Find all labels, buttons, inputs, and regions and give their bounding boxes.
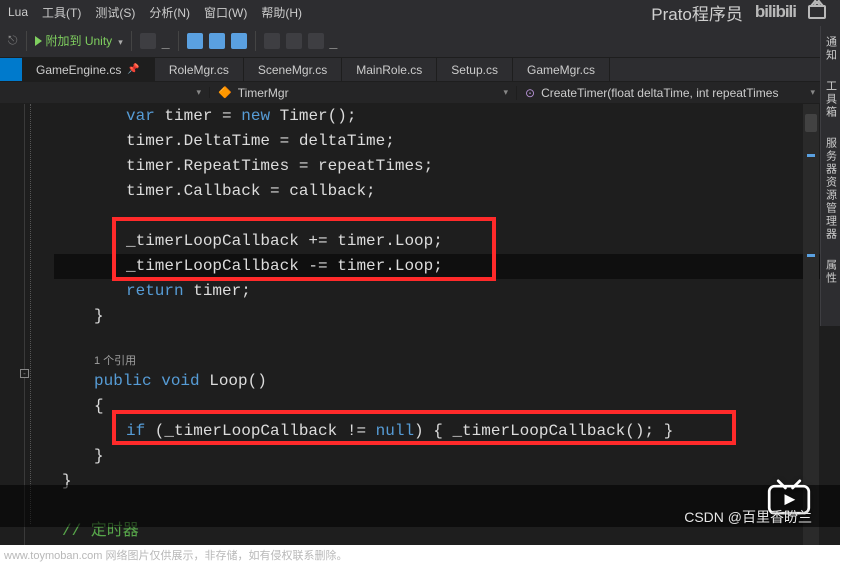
code-line: _timerLoopCallback += timer.Loop; <box>54 229 840 254</box>
codelens-refs[interactable]: 1 个引用 <box>54 349 840 367</box>
step-out-icon[interactable] <box>231 33 247 49</box>
vtab-toolbox[interactable]: 工具箱 <box>823 76 839 123</box>
code-line: timer.DeltaTime = deltaTime; <box>54 129 840 154</box>
method-icon: ⊙ <box>525 86 535 100</box>
code-line: } <box>54 304 840 329</box>
code-line: timer.RepeatTimes = repeatTimes; <box>54 154 840 179</box>
play-icon <box>35 36 42 46</box>
tab-scenemgr[interactable]: SceneMgr.cs <box>244 58 342 81</box>
toolbar-icon-5[interactable] <box>264 33 280 49</box>
editor-area: - var timer = new Timer(); timer.DeltaTi… <box>0 104 840 545</box>
toolbar: ⎋ 附加到 Unity _ _ <box>0 24 840 58</box>
toolbar-icon-6[interactable] <box>286 33 302 49</box>
chevron-down-icon: ▾ <box>810 87 815 98</box>
tab-label: GameMgr.cs <box>527 63 595 77</box>
active-tab-marker <box>0 58 22 81</box>
tab-setup[interactable]: Setup.cs <box>437 58 513 81</box>
class-icon: 🔶 <box>218 86 232 99</box>
tv-icon <box>808 5 826 19</box>
menu-bar: Lua 工具(T) 测试(S) 分析(N) 窗口(W) 帮助(H) Prato程… <box>0 0 840 24</box>
right-tool-tabs: 通知 工具箱 服务器资源管理器 属性 <box>820 26 840 326</box>
attach-label: 附加到 Unity <box>46 32 113 49</box>
step-icon[interactable] <box>187 33 203 49</box>
code-line-current: _timerLoopCallback -= timer.Loop; <box>54 254 840 279</box>
ide-window: Lua 工具(T) 测试(S) 分析(N) 窗口(W) 帮助(H) Prato程… <box>0 0 840 545</box>
tab-label: GameEngine.cs <box>36 63 121 77</box>
toolbar-icon-7[interactable] <box>308 33 324 49</box>
breadcrumb-class[interactable]: 🔶 TimerMgr ▾ <box>210 86 517 100</box>
gutter: - <box>0 104 54 545</box>
bilibili-logo: bilibili <box>755 2 796 22</box>
vtab-notifications[interactable]: 通知 <box>823 32 839 66</box>
breadcrumb-bar: ▾ 🔶 TimerMgr ▾ ⊙ CreateTimer(float delta… <box>0 82 840 104</box>
vtab-properties[interactable]: 属性 <box>823 255 839 289</box>
tab-label: MainRole.cs <box>356 63 422 77</box>
code-line: { <box>54 394 840 419</box>
chevron-down-icon: ▾ <box>196 87 201 98</box>
pin-icon[interactable]: 📌 <box>127 64 139 75</box>
menu-help[interactable]: 帮助(H) <box>261 4 302 21</box>
scrollbar-thumb[interactable] <box>805 114 817 132</box>
class-name: TimerMgr <box>238 86 289 100</box>
footer-note: www.toymoban.com 网络图片仅供展示，非存储，如有侵权联系删除。 <box>4 547 347 563</box>
tab-rolemgr[interactable]: RoleMgr.cs <box>155 58 244 81</box>
tab-label: SceneMgr.cs <box>258 63 327 77</box>
menu-tools[interactable]: 工具(T) <box>42 4 81 21</box>
toolbar-icon-1[interactable] <box>140 33 156 49</box>
code-line: var timer = new Timer(); <box>54 104 840 129</box>
code-line: if (_timerLoopCallback != null) { _timer… <box>54 419 840 444</box>
tab-label: RoleMgr.cs <box>169 63 229 77</box>
menu-window[interactable]: 窗口(W) <box>204 4 247 21</box>
step-over-icon[interactable] <box>209 33 225 49</box>
tab-label: Setup.cs <box>451 63 498 77</box>
brand-area: Prato程序员 bilibili <box>651 0 826 24</box>
code-line: return timer; <box>54 279 840 304</box>
fold-toggle[interactable]: - <box>20 369 29 378</box>
code-line: } <box>54 444 840 469</box>
breadcrumb-empty[interactable]: ▾ <box>0 87 210 98</box>
code-line: public void Loop() <box>54 369 840 394</box>
document-tabs: GameEngine.cs 📌 RoleMgr.cs SceneMgr.cs M… <box>0 58 840 82</box>
attach-to-unity-button[interactable]: 附加到 Unity <box>35 32 123 49</box>
method-sig: CreateTimer(float deltaTime, int repeatT… <box>541 86 778 100</box>
tab-gamemgr[interactable]: GameMgr.cs <box>513 58 610 81</box>
code-editor[interactable]: var timer = new Timer(); timer.DeltaTime… <box>54 104 840 545</box>
brand-title: Prato程序员 <box>651 0 743 25</box>
vtab-server-explorer[interactable]: 服务器资源管理器 <box>823 133 839 245</box>
menu-analyze[interactable]: 分析(N) <box>149 4 190 21</box>
code-line: timer.Callback = callback; <box>54 179 840 204</box>
menu-test[interactable]: 测试(S) <box>95 4 135 21</box>
chevron-down-icon: ▾ <box>503 87 508 98</box>
menu-lua[interactable]: Lua <box>8 5 28 19</box>
tab-gameengine[interactable]: GameEngine.cs 📌 <box>22 58 155 81</box>
tab-mainrole[interactable]: MainRole.cs <box>342 58 437 81</box>
csdn-watermark: CSDN @百里香盼兰 <box>684 507 812 527</box>
breadcrumb-method[interactable]: ⊙ CreateTimer(float deltaTime, int repea… <box>517 86 824 100</box>
